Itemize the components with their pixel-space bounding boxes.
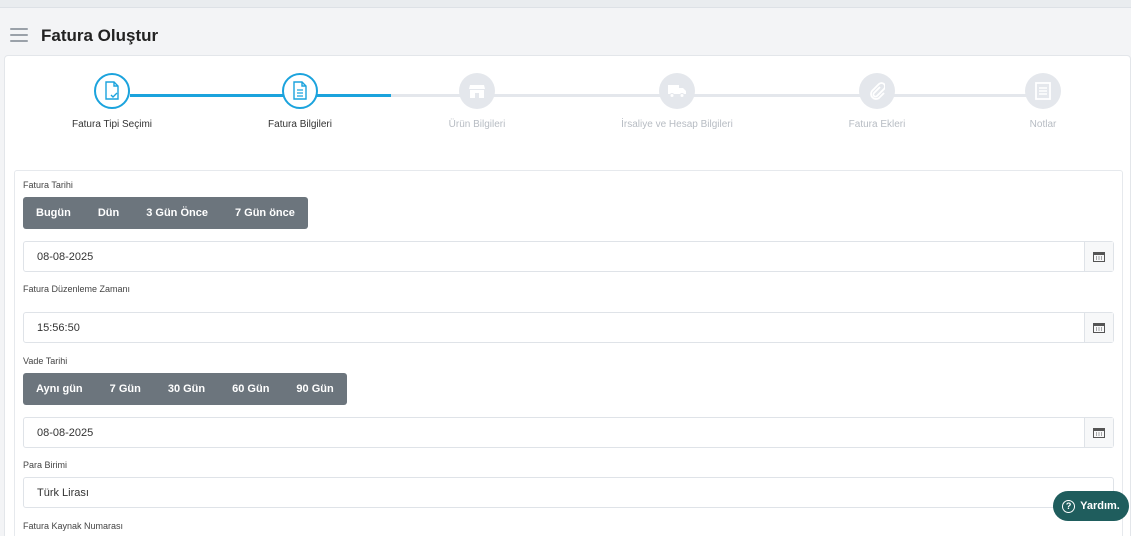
currency-label: Para Birimi	[23, 460, 68, 470]
calendar-icon[interactable]	[1084, 418, 1113, 447]
currency-value: Türk Lirası	[37, 487, 89, 499]
yesterday-button[interactable]: Dün	[98, 207, 119, 219]
step-label: Ürün Bilgileri	[448, 119, 506, 130]
step-waybill-account[interactable]: İrsaliye ve Hesap Bilgileri	[607, 73, 747, 130]
currency-select[interactable]: Türk Lirası	[23, 477, 1114, 508]
same-day-button[interactable]: Aynı gün	[36, 383, 83, 395]
page-title: Fatura Oluştur	[41, 26, 159, 45]
due-date-value: 08-08-2025	[37, 427, 94, 439]
step-notes[interactable]: Notlar	[973, 73, 1113, 130]
three-days-ago-button[interactable]: 3 Gün Önce	[146, 207, 208, 219]
document-check-icon	[94, 73, 130, 109]
stepper: Fatura Tipi Seçimi Fatura Bilgileri Ürün…	[5, 56, 1131, 156]
seven-days-button[interactable]: 7 Gün	[110, 383, 141, 395]
issue-time-label: Fatura Düzenleme Zamanı	[23, 284, 131, 294]
due-date-quick-buttons: Aynı gün 7 Gün 30 Gün 60 Gün 90 Gün	[23, 373, 347, 405]
step-label: Fatura Ekleri	[848, 119, 906, 130]
step-label: İrsaliye ve Hesap Bilgileri	[621, 119, 733, 130]
step-label: Fatura Bilgileri	[268, 119, 332, 130]
ninety-days-button[interactable]: 90 Gün	[296, 383, 333, 395]
store-icon	[459, 73, 495, 109]
question-icon: ?	[1062, 499, 1076, 513]
invoice-card: Fatura Tipi Seçimi Fatura Bilgileri Ürün…	[4, 55, 1131, 536]
step-label: Fatura Tipi Seçimi	[71, 119, 153, 130]
help-button[interactable]: ? Yardım.	[1053, 491, 1129, 521]
calendar-icon[interactable]	[1084, 313, 1113, 342]
step-attachments[interactable]: Fatura Ekleri	[807, 73, 947, 130]
issue-time-input[interactable]: 15:56:50	[23, 312, 1114, 343]
step-invoice-type[interactable]: Fatura Tipi Seçimi	[42, 73, 182, 130]
truck-icon	[659, 73, 695, 109]
step-invoice-info[interactable]: Fatura Bilgileri	[230, 73, 370, 130]
seven-days-ago-button[interactable]: 7 Gün önce	[235, 207, 295, 219]
invoice-date-quick-buttons: Bugün Dün 3 Gün Önce 7 Gün önce	[23, 197, 308, 229]
step-product-info[interactable]: Ürün Bilgileri	[407, 73, 547, 130]
help-label: Yardım.	[1080, 500, 1120, 512]
source-number-label: Fatura Kaynak Numarası	[23, 521, 124, 531]
menu-icon[interactable]	[10, 28, 28, 42]
document-lines-icon	[282, 73, 318, 109]
thirty-days-button[interactable]: 30 Gün	[168, 383, 205, 395]
issue-time-value: 15:56:50	[37, 322, 80, 334]
notes-icon	[1025, 73, 1061, 109]
top-bar	[0, 0, 1131, 8]
calendar-icon[interactable]	[1084, 242, 1113, 271]
invoice-form: Fatura Tarihi Bugün Dün 3 Gün Önce 7 Gün…	[14, 170, 1123, 536]
sixty-days-button[interactable]: 60 Gün	[232, 383, 269, 395]
due-date-input[interactable]: 08-08-2025	[23, 417, 1114, 448]
paperclip-icon	[859, 73, 895, 109]
invoice-date-value: 08-08-2025	[37, 251, 94, 263]
today-button[interactable]: Bugün	[36, 207, 71, 219]
invoice-date-input[interactable]: 08-08-2025	[23, 241, 1114, 272]
step-label: Notlar	[1029, 119, 1057, 130]
due-date-label: Vade Tarihi	[23, 356, 68, 366]
invoice-date-label: Fatura Tarihi	[23, 180, 73, 190]
page-header: Fatura Oluştur	[0, 8, 1131, 56]
